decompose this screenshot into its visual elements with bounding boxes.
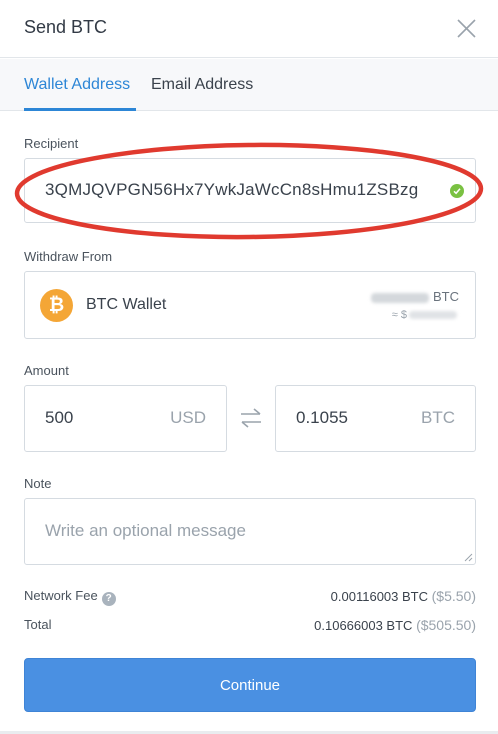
total-label: Total	[24, 617, 52, 632]
fiat-redacted	[409, 311, 457, 320]
balance-unit: BTC	[433, 289, 459, 304]
recipient-field[interactable]: 3QMJQVPGN56Hx7YwkJaWcCn8sHmu1ZSBzg	[24, 158, 476, 223]
address-type-tabs: Wallet Address Email Address	[0, 59, 498, 111]
fiat-prefix: ≈ $	[391, 309, 407, 321]
network-fee-fiat: ($5.50)	[431, 588, 476, 604]
question-icon[interactable]: ?	[101, 592, 116, 606]
active-tab-indicator	[24, 108, 136, 111]
tab-wallet-address[interactable]: Wallet Address	[24, 76, 130, 94]
wallet-selector[interactable]: ₿ BTC Wallet BTC ≈ $	[24, 271, 476, 339]
recipient-address-value[interactable]: 3QMJQVPGN56Hx7YwkJaWcCn8sHmu1ZSBzg	[45, 180, 433, 200]
swap-arrows-icon[interactable]	[238, 406, 264, 430]
fiat-unit: USD	[170, 408, 206, 427]
bitcoin-icon: ₿	[40, 289, 73, 322]
note-textarea[interactable]: Write an optional message	[24, 498, 476, 565]
tab-email-address[interactable]: Email Address	[151, 76, 253, 94]
fiat-amount-input[interactable]: 500 USD	[24, 385, 227, 452]
modal-header: Send BTC	[0, 0, 498, 58]
recipient-label: Recipient	[24, 136, 79, 151]
balance-redacted	[371, 292, 429, 303]
network-fee-value: 0.00116003 BTC	[330, 589, 429, 604]
note-label: Note	[24, 476, 52, 491]
modal-title: Send BTC	[24, 17, 108, 37]
wallet-balance: BTC	[371, 289, 459, 304]
continue-button[interactable]: Continue	[24, 658, 476, 712]
crypto-unit: BTC	[421, 408, 455, 427]
wallet-fiat-balance: ≈ $	[392, 309, 457, 321]
total-amount: 0.10666003 BTC ($505.50)	[314, 617, 476, 633]
note-placeholder: Write an optional message	[45, 521, 246, 540]
fiat-amount-value[interactable]: 500	[45, 408, 73, 428]
wallet-name: BTC Wallet	[86, 296, 167, 313]
network-fee-amount: 0.00116003 BTC ($5.50)	[331, 588, 476, 604]
resize-handle-icon[interactable]	[464, 553, 473, 562]
check-circle-icon	[450, 184, 464, 198]
total-fiat: ($505.50)	[416, 617, 476, 633]
crypto-amount-input[interactable]: 0.1055 BTC	[275, 385, 476, 452]
total-value: 0.10666003 BTC	[314, 618, 413, 633]
network-fee-label: Network Fee	[24, 588, 98, 603]
network-fee-row: Network Fee? 0.00116003 BTC ($5.50)	[24, 588, 476, 606]
crypto-amount-value[interactable]: 0.1055	[296, 408, 348, 428]
withdraw-from-label: Withdraw From	[24, 249, 113, 264]
amount-label: Amount	[24, 363, 69, 378]
close-icon[interactable]	[457, 19, 476, 38]
total-row: Total 0.10666003 BTC ($505.50)	[24, 617, 476, 633]
